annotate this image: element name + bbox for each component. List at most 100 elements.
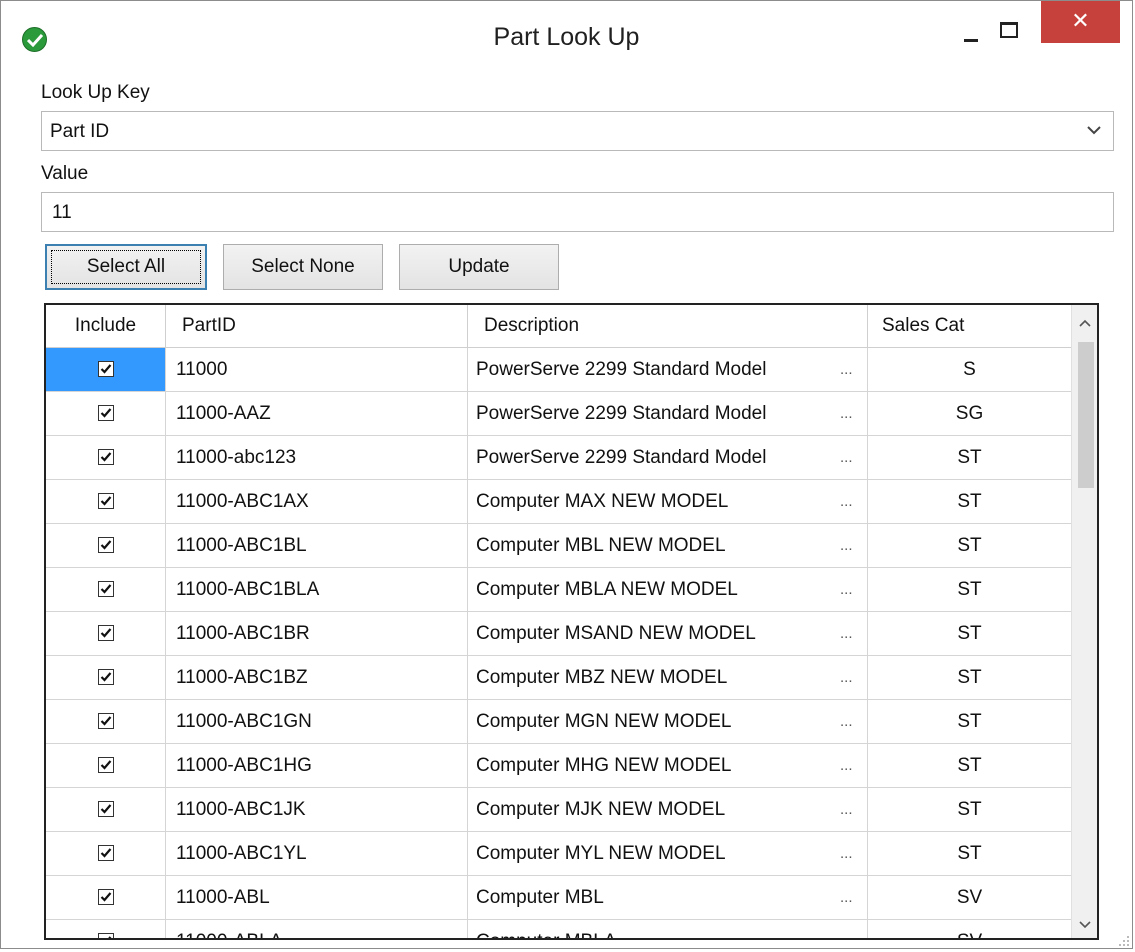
partid-cell[interactable]: 11000-ABC1JK xyxy=(166,788,468,832)
include-checkbox[interactable] xyxy=(98,757,114,773)
sales-cat-cell[interactable]: ST xyxy=(868,480,1071,524)
scroll-up-icon[interactable] xyxy=(1072,315,1097,330)
ellipsis-button[interactable]: ... xyxy=(840,700,853,744)
partid-cell[interactable]: 11000-AAZ xyxy=(166,392,468,436)
resize-grip-icon[interactable] xyxy=(1118,934,1130,946)
ellipsis-button[interactable]: ... xyxy=(840,348,853,392)
include-checkbox[interactable] xyxy=(98,493,114,509)
column-header-partid[interactable]: PartID xyxy=(166,305,468,347)
sales-cat-cell[interactable]: ST xyxy=(868,436,1071,480)
chevron-down-icon[interactable] xyxy=(1087,122,1101,140)
table-row[interactable]: 11000-ABC1HG Computer MHG NEW MODEL... ST xyxy=(46,744,1071,788)
update-button[interactable]: Update xyxy=(399,244,559,290)
sales-cat-cell[interactable]: S xyxy=(868,348,1071,392)
include-cell[interactable] xyxy=(46,920,166,938)
include-cell[interactable] xyxy=(46,392,166,436)
sales-cat-cell[interactable]: ST xyxy=(868,612,1071,656)
include-cell[interactable] xyxy=(46,876,166,920)
include-checkbox[interactable] xyxy=(98,625,114,641)
include-cell[interactable] xyxy=(46,744,166,788)
include-checkbox[interactable] xyxy=(98,933,114,938)
description-cell[interactable]: PowerServe 2299 Standard Model... xyxy=(468,436,868,480)
ellipsis-button[interactable]: ... xyxy=(840,788,853,832)
sales-cat-cell[interactable]: ST xyxy=(868,744,1071,788)
include-cell[interactable] xyxy=(46,480,166,524)
sales-cat-cell[interactable]: ST xyxy=(868,788,1071,832)
column-header-description[interactable]: Description xyxy=(468,305,868,347)
include-cell[interactable] xyxy=(46,348,166,392)
partid-cell[interactable]: 11000-ABC1HG xyxy=(166,744,468,788)
title-bar[interactable]: Part Look Up ✕ xyxy=(1,1,1132,83)
table-row[interactable]: 11000-ABLA Computer MBLA... SV xyxy=(46,920,1071,938)
table-row[interactable]: 11000-ABC1JK Computer MJK NEW MODEL... ST xyxy=(46,788,1071,832)
include-checkbox[interactable] xyxy=(98,405,114,421)
column-header-include[interactable]: Include xyxy=(46,305,166,347)
include-checkbox[interactable] xyxy=(98,449,114,465)
sales-cat-cell[interactable]: ST xyxy=(868,568,1071,612)
table-row[interactable]: 11000-AAZ PowerServe 2299 Standard Model.… xyxy=(46,392,1071,436)
table-row[interactable]: 11000-ABL Computer MBL... SV xyxy=(46,876,1071,920)
ellipsis-button[interactable]: ... xyxy=(840,656,853,700)
include-checkbox[interactable] xyxy=(98,845,114,861)
table-row[interactable]: 11000-ABC1BLA Computer MBLA NEW MODEL... S… xyxy=(46,568,1071,612)
description-cell[interactable]: Computer MBLA NEW MODEL... xyxy=(468,568,868,612)
scroll-down-icon[interactable] xyxy=(1072,917,1097,932)
description-cell[interactable]: Computer MBZ NEW MODEL... xyxy=(468,656,868,700)
ellipsis-button[interactable]: ... xyxy=(840,392,853,436)
vertical-scrollbar[interactable] xyxy=(1071,305,1097,938)
description-cell[interactable]: Computer MJK NEW MODEL... xyxy=(468,788,868,832)
value-input[interactable] xyxy=(50,201,954,225)
include-cell[interactable] xyxy=(46,436,166,480)
sales-cat-cell[interactable]: ST xyxy=(868,700,1071,744)
description-cell[interactable]: PowerServe 2299 Standard Model... xyxy=(468,392,868,436)
description-cell[interactable]: Computer MYL NEW MODEL... xyxy=(468,832,868,876)
partid-cell[interactable]: 11000-ABC1BZ xyxy=(166,656,468,700)
select-none-button[interactable]: Select None xyxy=(223,244,383,290)
ellipsis-button[interactable]: ... xyxy=(840,876,853,920)
ellipsis-button[interactable]: ... xyxy=(840,524,853,568)
include-checkbox[interactable] xyxy=(98,581,114,597)
description-cell[interactable]: Computer MSAND NEW MODEL... xyxy=(468,612,868,656)
partid-cell[interactable]: 11000-abc123 xyxy=(166,436,468,480)
table-row[interactable]: 11000-ABC1BR Computer MSAND NEW MODEL... S… xyxy=(46,612,1071,656)
include-checkbox[interactable] xyxy=(98,669,114,685)
description-cell[interactable]: Computer MBLA... xyxy=(468,920,868,938)
partid-cell[interactable]: 11000-ABC1BR xyxy=(166,612,468,656)
partid-cell[interactable]: 11000-ABC1BL xyxy=(166,524,468,568)
partid-cell[interactable]: 11000-ABLA xyxy=(166,920,468,938)
column-header-sales-cat[interactable]: Sales Cat xyxy=(868,305,1071,347)
value-field[interactable] xyxy=(41,192,1114,232)
include-checkbox[interactable] xyxy=(98,537,114,553)
include-checkbox[interactable] xyxy=(98,801,114,817)
include-cell[interactable] xyxy=(46,612,166,656)
scrollbar-thumb[interactable] xyxy=(1078,342,1094,488)
description-cell[interactable]: PowerServe 2299 Standard Model... xyxy=(468,348,868,392)
include-cell[interactable] xyxy=(46,832,166,876)
table-row[interactable]: 11000-ABC1YL Computer MYL NEW MODEL... ST xyxy=(46,832,1071,876)
include-checkbox[interactable] xyxy=(98,889,114,905)
close-button[interactable]: ✕ xyxy=(1041,1,1120,43)
sales-cat-cell[interactable]: ST xyxy=(868,524,1071,568)
ellipsis-button[interactable]: ... xyxy=(840,920,853,938)
partid-cell[interactable]: 11000-ABL xyxy=(166,876,468,920)
ellipsis-button[interactable]: ... xyxy=(840,832,853,876)
table-row[interactable]: 11000-abc123 PowerServe 2299 Standard Mod… xyxy=(46,436,1071,480)
ellipsis-button[interactable]: ... xyxy=(840,480,853,524)
table-row[interactable]: 11000-ABC1BL Computer MBL NEW MODEL... ST xyxy=(46,524,1071,568)
sales-cat-cell[interactable]: ST xyxy=(868,832,1071,876)
ellipsis-button[interactable]: ... xyxy=(840,436,853,480)
table-row[interactable]: 11000-ABC1AX Computer MAX NEW MODEL... ST xyxy=(46,480,1071,524)
ellipsis-button[interactable]: ... xyxy=(840,744,853,788)
table-row[interactable]: 11000 PowerServe 2299 Standard Model... S xyxy=(46,348,1071,392)
sales-cat-cell[interactable]: SV xyxy=(868,920,1071,938)
lookup-key-select[interactable]: Part ID xyxy=(41,111,1114,151)
select-all-button[interactable]: Select All xyxy=(45,244,207,290)
maximize-button[interactable] xyxy=(994,15,1024,45)
description-cell[interactable]: Computer MGN NEW MODEL... xyxy=(468,700,868,744)
include-cell[interactable] xyxy=(46,788,166,832)
partid-cell[interactable]: 11000 xyxy=(166,348,468,392)
sales-cat-cell[interactable]: SG xyxy=(868,392,1071,436)
include-cell[interactable] xyxy=(46,524,166,568)
description-cell[interactable]: Computer MAX NEW MODEL... xyxy=(468,480,868,524)
description-cell[interactable]: Computer MBL NEW MODEL... xyxy=(468,524,868,568)
